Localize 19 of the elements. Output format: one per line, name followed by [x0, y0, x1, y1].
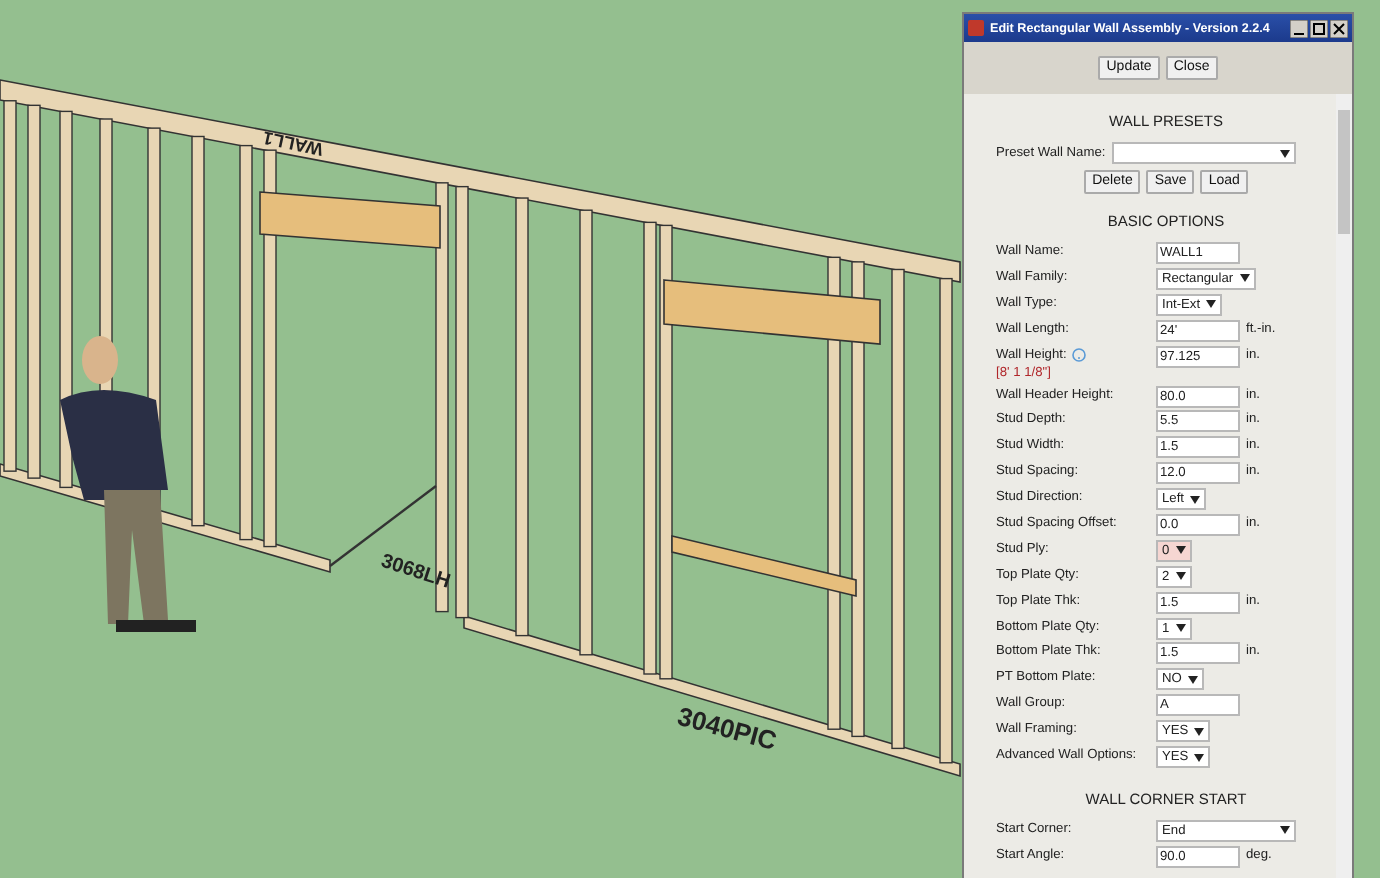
caret-icon [1175, 624, 1186, 633]
plan-label: 3040PIC [674, 700, 780, 756]
caret-icon [1187, 675, 1198, 684]
caret-icon [1279, 149, 1290, 157]
caret-icon [1175, 546, 1186, 555]
caret-icon [1190, 495, 1200, 504]
minimize-button[interactable] [1290, 19, 1308, 37]
caret-icon [1280, 826, 1290, 835]
caret-icon [1194, 753, 1205, 762]
plan-label: WALL1 [261, 127, 325, 160]
maximize-button[interactable] [1310, 19, 1328, 37]
close-button[interactable] [1330, 19, 1348, 37]
plan-label: 3068LH [378, 550, 453, 594]
caret-icon [1175, 572, 1186, 581]
caret-icon [1206, 300, 1217, 309]
caret-icon [1194, 727, 1205, 736]
scrollbar[interactable] [1336, 94, 1352, 878]
app-icon [968, 20, 984, 36]
caret-icon [1239, 274, 1250, 283]
